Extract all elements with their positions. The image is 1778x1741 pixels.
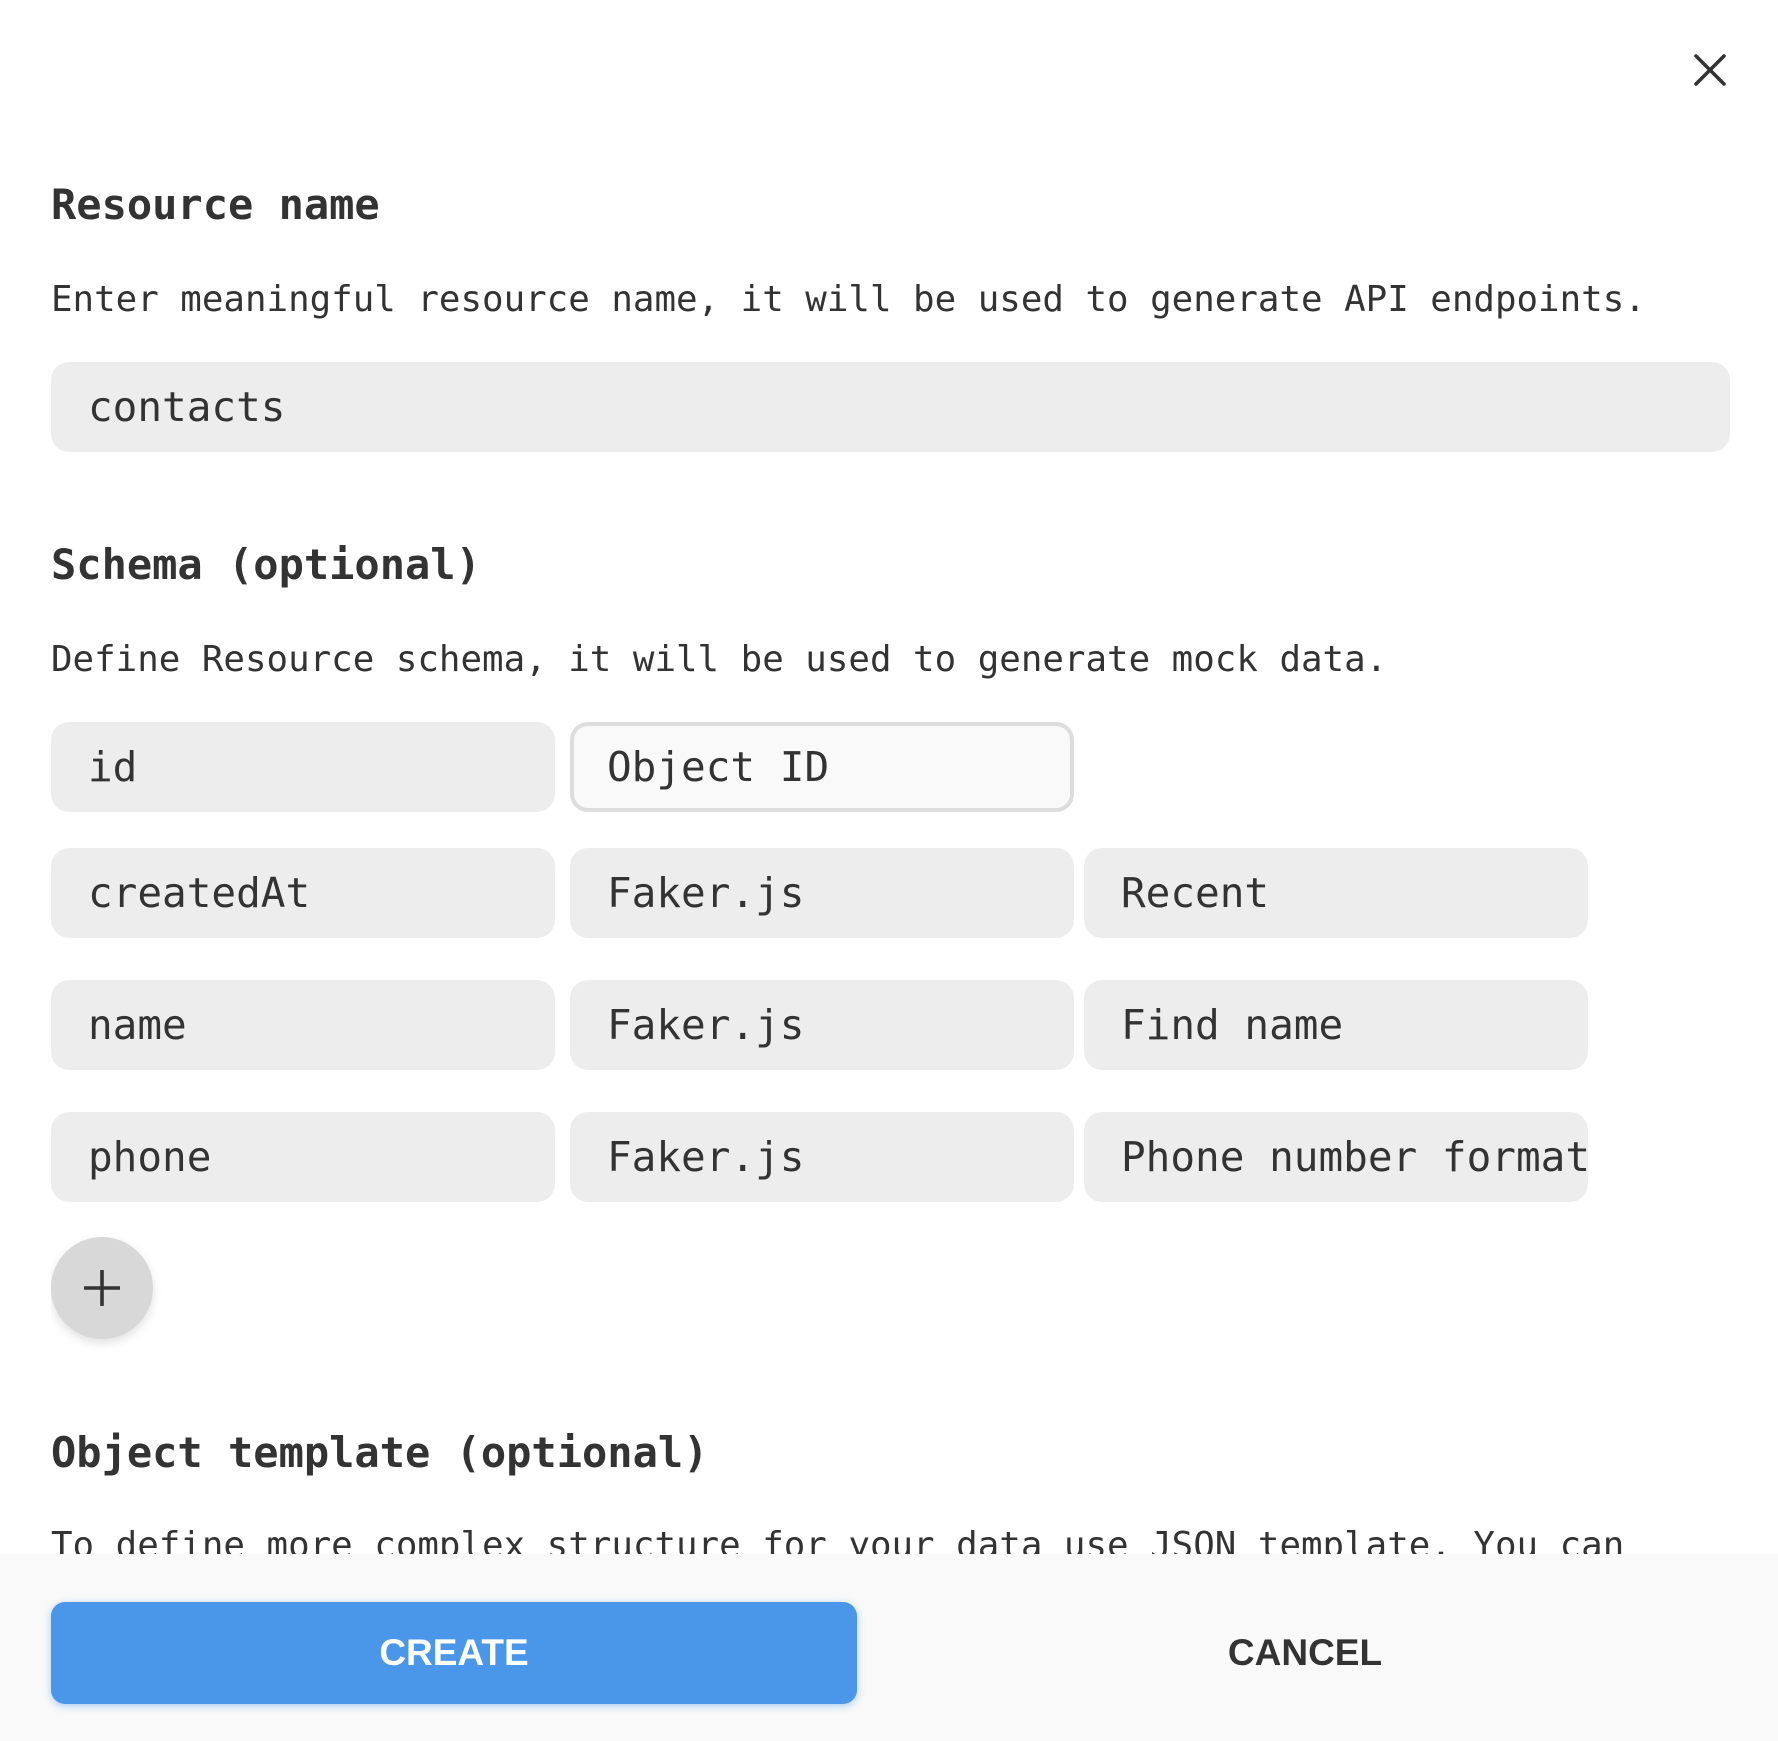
schema-field-option-select[interactable]: Find name	[1084, 980, 1588, 1070]
object-template-description: To define more complex structure for you…	[51, 1525, 1625, 1554]
plus-icon	[84, 1270, 120, 1306]
schema-field-type-select[interactable]: Faker.js	[570, 980, 1074, 1070]
schema-description: Define Resource schema, it will be used …	[51, 639, 1388, 680]
schema-field-type-select[interactable]: Faker.js	[570, 848, 1074, 938]
dialog-footer: CREATE CANCEL	[0, 1554, 1778, 1741]
resource-name-description: Enter meaningful resource name, it will …	[51, 279, 1646, 320]
schema-field-name-input[interactable]: id	[51, 722, 555, 812]
schema-heading: Schema (optional)	[51, 540, 481, 589]
object-template-heading: Object template (optional)	[51, 1428, 709, 1477]
resource-name-input[interactable]: contacts	[51, 362, 1730, 452]
schema-field-option-select[interactable]: Phone number format	[1084, 1112, 1588, 1202]
create-button[interactable]: CREATE	[51, 1602, 857, 1704]
resource-name-heading: Resource name	[51, 180, 380, 229]
schema-field-name-input[interactable]: createdAt	[51, 848, 555, 938]
schema-field-type-select[interactable]: Faker.js	[570, 1112, 1074, 1202]
dialog-content: Resource name Enter meaningful resource …	[51, 0, 1730, 1554]
schema-field-name-input[interactable]: name	[51, 980, 555, 1070]
cancel-button[interactable]: CANCEL	[880, 1602, 1730, 1704]
schema-field-name-input[interactable]: phone	[51, 1112, 555, 1202]
schema-field-option-select[interactable]: Recent	[1084, 848, 1588, 938]
schema-field-type-select[interactable]: Object ID	[570, 722, 1074, 812]
add-schema-field-button[interactable]	[51, 1237, 153, 1339]
